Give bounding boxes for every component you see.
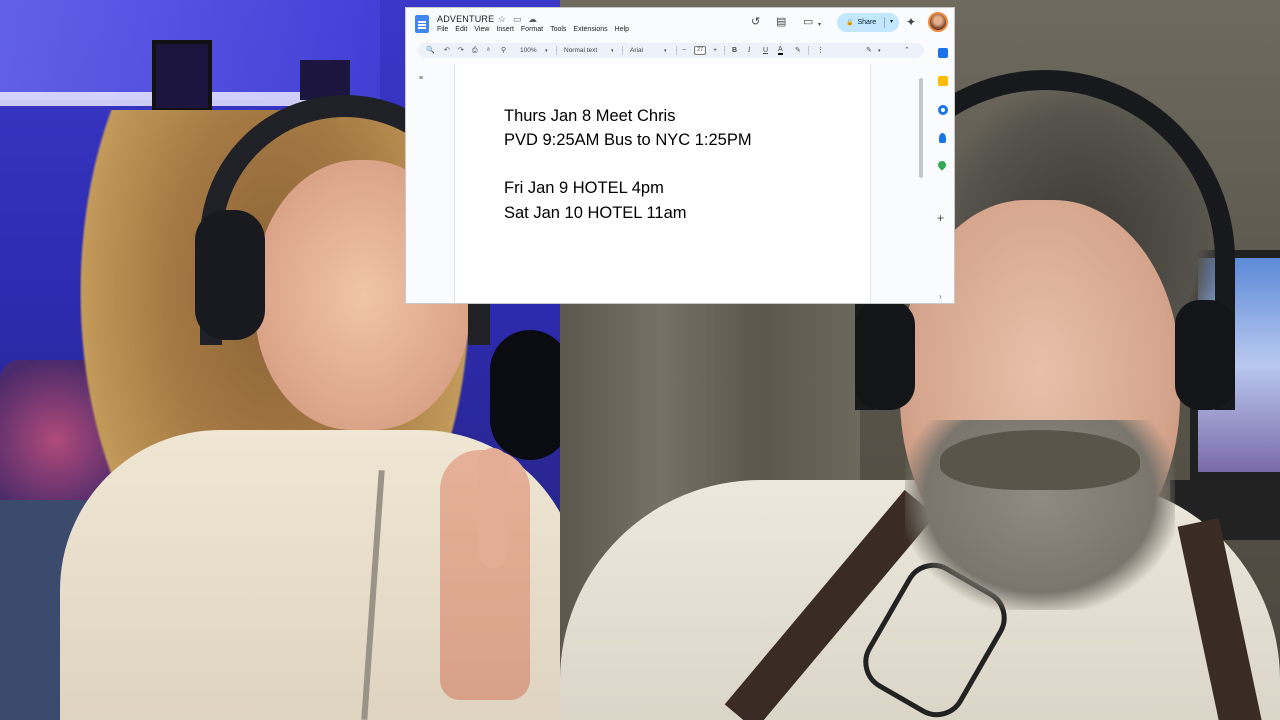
toolbar-divider xyxy=(724,46,725,55)
menu-format[interactable]: Format xyxy=(521,26,543,33)
cloud-status-icon[interactable]: ☁ xyxy=(528,14,537,24)
docs-logo-icon[interactable] xyxy=(415,15,429,33)
headphone-cup xyxy=(195,210,265,340)
meet-icon[interactable]: ▭ xyxy=(803,16,813,28)
participant-mustache xyxy=(940,430,1140,490)
doc-line-1: Thurs Jan 8 Meet Chris xyxy=(504,107,676,125)
calendar-icon[interactable] xyxy=(938,48,948,58)
document-page[interactable]: Thurs Jan 8 Meet Chris PVD 9:25AM Bus to… xyxy=(454,64,871,303)
tasks-icon[interactable] xyxy=(938,105,948,115)
more-options-icon[interactable]: ⋮ xyxy=(817,46,824,55)
toolbar-divider xyxy=(556,46,557,55)
menu-bar: File Edit View Insert Format Tools Exten… xyxy=(437,26,629,33)
decrease-font-size-icon[interactable]: − xyxy=(682,46,686,55)
share-dropdown-icon[interactable]: ▾ xyxy=(890,18,893,25)
bold-icon[interactable]: B xyxy=(732,46,737,55)
highlight-color-icon[interactable]: ✎ xyxy=(795,46,801,55)
hide-menus-icon[interactable]: ⌃ xyxy=(904,46,910,55)
move-folder-icon[interactable]: ▭ xyxy=(513,14,522,24)
menu-tools[interactable]: Tools xyxy=(550,26,566,33)
style-dropdown-icon[interactable]: ▾ xyxy=(611,47,614,56)
italic-icon[interactable]: I xyxy=(748,46,750,55)
menu-insert[interactable]: Insert xyxy=(496,26,514,33)
headphone-cup-right xyxy=(1175,300,1235,410)
editing-mode-icon[interactable]: ✎ xyxy=(866,46,872,55)
menu-file[interactable]: File xyxy=(437,26,448,33)
menu-help[interactable]: Help xyxy=(615,26,629,33)
zoom-select[interactable]: 100% xyxy=(520,46,537,55)
paragraph-style-select[interactable]: Normal text xyxy=(564,46,597,55)
raised-finger xyxy=(478,448,508,568)
font-family-select[interactable]: Arial xyxy=(630,46,643,55)
share-button[interactable]: 🔒 Share ▾ xyxy=(837,13,899,32)
vertical-scrollbar[interactable] xyxy=(919,78,923,178)
meet-dropdown-icon[interactable]: ▾ xyxy=(818,19,821,31)
print-icon[interactable]: ⎙ xyxy=(472,46,478,55)
doc-line-3: Fri Jan 9 HOTEL 4pm xyxy=(504,179,664,197)
account-avatar[interactable] xyxy=(928,12,948,32)
gemini-icon[interactable]: ✦ xyxy=(906,15,916,29)
picture-frame xyxy=(152,40,212,112)
collapse-panel-icon[interactable]: › xyxy=(939,292,942,301)
underline-icon[interactable]: U xyxy=(763,46,768,55)
font-size-input[interactable]: 27 xyxy=(694,46,706,55)
menu-view[interactable]: View xyxy=(474,26,489,33)
lock-icon: 🔒 xyxy=(846,20,854,26)
share-divider xyxy=(884,17,885,28)
menu-edit[interactable]: Edit xyxy=(455,26,467,33)
star-icon[interactable]: ☆ xyxy=(498,14,506,24)
version-history-icon[interactable]: ↺ xyxy=(751,16,760,28)
redo-icon[interactable]: ↷ xyxy=(458,46,464,55)
keep-icon[interactable] xyxy=(938,76,948,86)
search-menus-icon[interactable]: 🔍 xyxy=(426,46,435,55)
share-label: Share xyxy=(857,19,877,26)
comments-icon[interactable]: ▤ xyxy=(776,16,786,28)
contacts-icon[interactable] xyxy=(939,133,946,143)
add-on-icon[interactable]: + xyxy=(937,212,944,224)
docs-title-bar: ADVENTURE ☆ ▭ ☁ File Edit View Insert Fo… xyxy=(406,8,954,40)
document-outline-icon[interactable]: ≡ xyxy=(419,75,423,82)
document-title[interactable]: ADVENTURE xyxy=(437,14,494,24)
microphone xyxy=(490,330,560,460)
editing-mode-dropdown-icon[interactable]: ▾ xyxy=(878,47,881,56)
toolbar-divider xyxy=(808,46,809,55)
side-panel: + › xyxy=(930,43,954,303)
doc-line-2: PVD 9:25AM Bus to NYC 1:25PM xyxy=(504,131,752,149)
formatting-toolbar: 🔍 ↶ ↷ ⎙ ᵃ ⚲ 100% ▾ Normal text ▾ Arial ▾… xyxy=(418,43,924,58)
video-call-stage: ADVENTURE ☆ ▭ ☁ File Edit View Insert Fo… xyxy=(0,0,1280,720)
increase-font-size-icon[interactable]: + xyxy=(713,46,717,55)
toolbar-divider xyxy=(622,46,623,55)
headphone-cup-left xyxy=(855,300,915,410)
font-dropdown-icon[interactable]: ▾ xyxy=(664,47,667,56)
toolbar-divider xyxy=(676,46,677,55)
google-docs-window: ADVENTURE ☆ ▭ ☁ File Edit View Insert Fo… xyxy=(405,7,955,304)
text-color-icon[interactable]: A xyxy=(778,46,783,55)
spellcheck-icon[interactable]: ᵃ xyxy=(487,46,490,55)
undo-icon[interactable]: ↶ xyxy=(444,46,450,55)
paint-format-icon[interactable]: ⚲ xyxy=(501,46,506,55)
doc-line-4: Sat Jan 10 HOTEL 11am xyxy=(504,204,687,222)
zoom-dropdown-icon[interactable]: ▾ xyxy=(545,47,548,56)
menu-extensions[interactable]: Extensions xyxy=(573,26,607,33)
picture-frame-small xyxy=(300,60,350,100)
maps-icon[interactable] xyxy=(936,159,948,171)
